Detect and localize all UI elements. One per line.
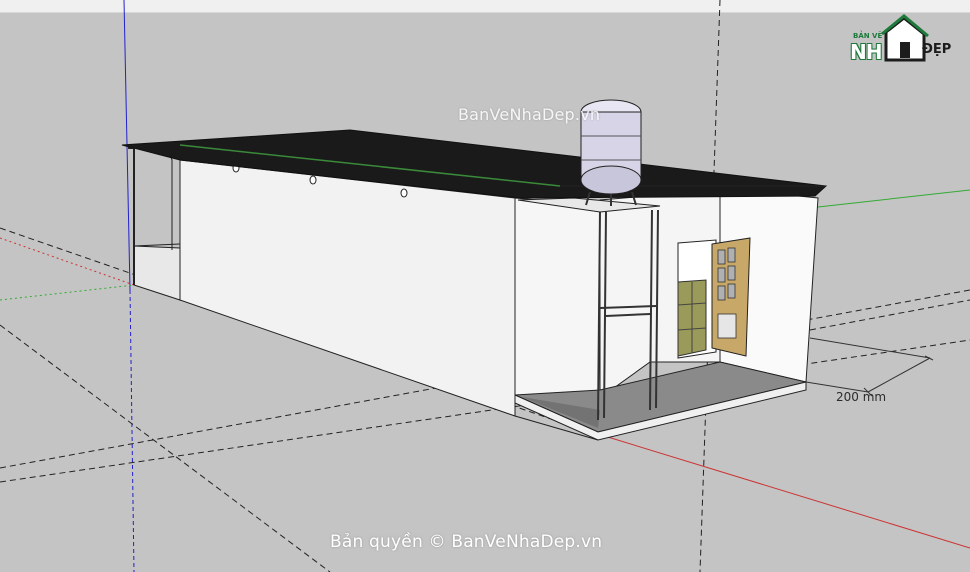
porch-back-wall — [133, 245, 181, 301]
logo-top-text: BẢN VẼ — [853, 32, 883, 40]
red-axis — [597, 433, 970, 549]
house-model[interactable] — [121, 99, 828, 441]
red-axis-dashed — [0, 237, 135, 286]
watermark-top: BanVeNhaDep.vn — [458, 105, 601, 124]
3d-viewport[interactable] — [0, 0, 970, 572]
vent-hole — [400, 188, 408, 198]
watermark-copyright: Bản quyền © BanVeNhaDep.vn — [330, 532, 603, 552]
dimension-label: 200 mm — [836, 390, 887, 404]
vent-hole — [309, 175, 317, 185]
green-axis — [817, 189, 970, 208]
site-logo: BẢN VẼ NH ĐẸP — [848, 14, 960, 66]
logo-end-text: ĐẸP — [922, 42, 952, 57]
logo-main-text: NH — [850, 40, 883, 64]
green-axis-dashed — [0, 284, 135, 301]
end-wall-left — [514, 197, 601, 399]
blue-axis-dashed — [129, 289, 135, 572]
dimension-tool[interactable] — [805, 337, 934, 397]
side-wall — [179, 159, 516, 417]
door-glass — [717, 249, 726, 265]
